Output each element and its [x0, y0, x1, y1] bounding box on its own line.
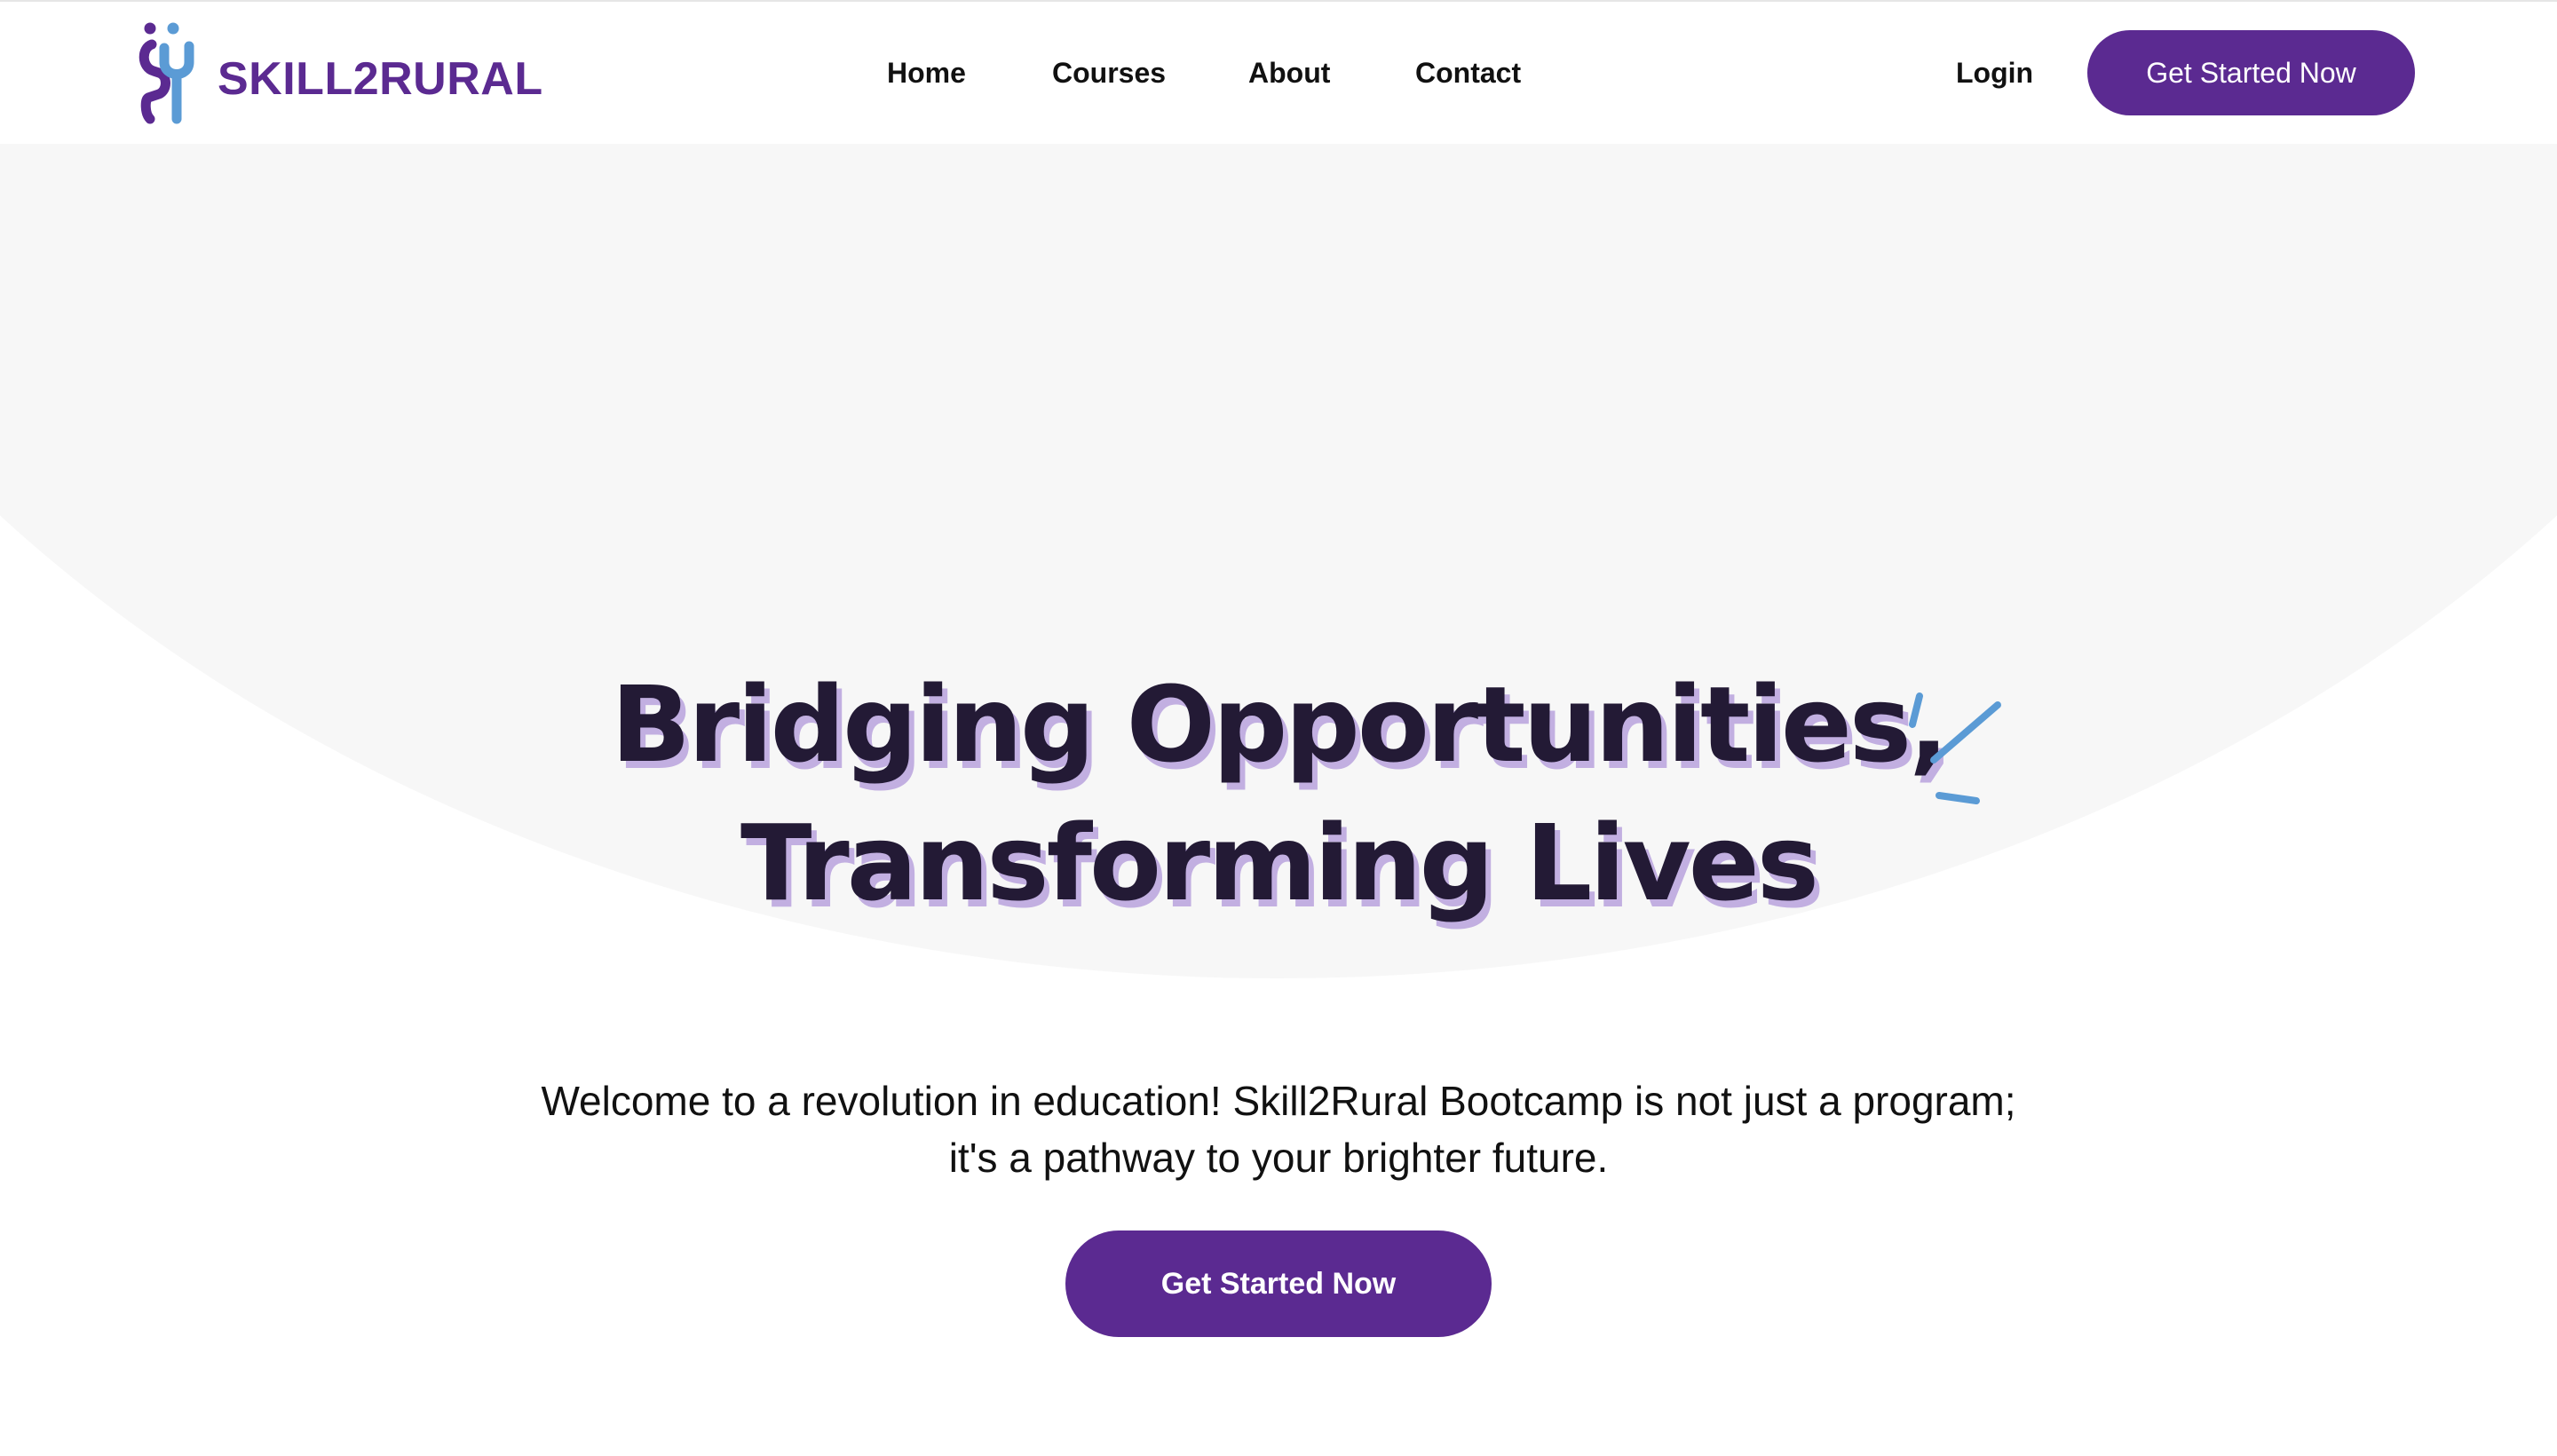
nav-link-courses[interactable]: Courses — [1052, 53, 1166, 92]
hero-headline: Bridging Opportunities, Transforming Liv… — [0, 655, 2557, 932]
hero-subtext: Welcome to a revolution in education! Sk… — [0, 1072, 2557, 1186]
logo-icon — [139, 22, 194, 124]
nav-get-started-button[interactable]: Get Started Now — [2087, 30, 2415, 115]
brand-logo[interactable]: SKILL2RURAL — [138, 21, 543, 128]
hero-get-started-button[interactable]: Get Started Now — [1065, 1230, 1492, 1337]
navbar: SKILL2RURAL Home Courses About Contact L… — [0, 2, 2557, 144]
login-link[interactable]: Login — [1956, 53, 2033, 92]
nav-link-home[interactable]: Home — [887, 53, 966, 92]
nav-link-contact[interactable]: Contact — [1415, 53, 1521, 92]
sparkle-icon — [1909, 692, 2001, 804]
brand-name: SKILL2RURAL — [218, 53, 543, 105]
hero-subtext-line-2: it's a pathway to your brighter future. — [948, 1135, 1609, 1181]
nav-link-about[interactable]: About — [1248, 53, 1330, 92]
hero-headline-line-1: Bridging Opportunities, — [611, 663, 1949, 786]
hero-subtext-line-1: Welcome to a revolution in education! Sk… — [541, 1078, 2016, 1124]
landing-page: SKILL2RURAL Home Courses About Contact L… — [0, 0, 2557, 1456]
hero-headline-line-2: Transforming Lives — [740, 802, 1819, 924]
